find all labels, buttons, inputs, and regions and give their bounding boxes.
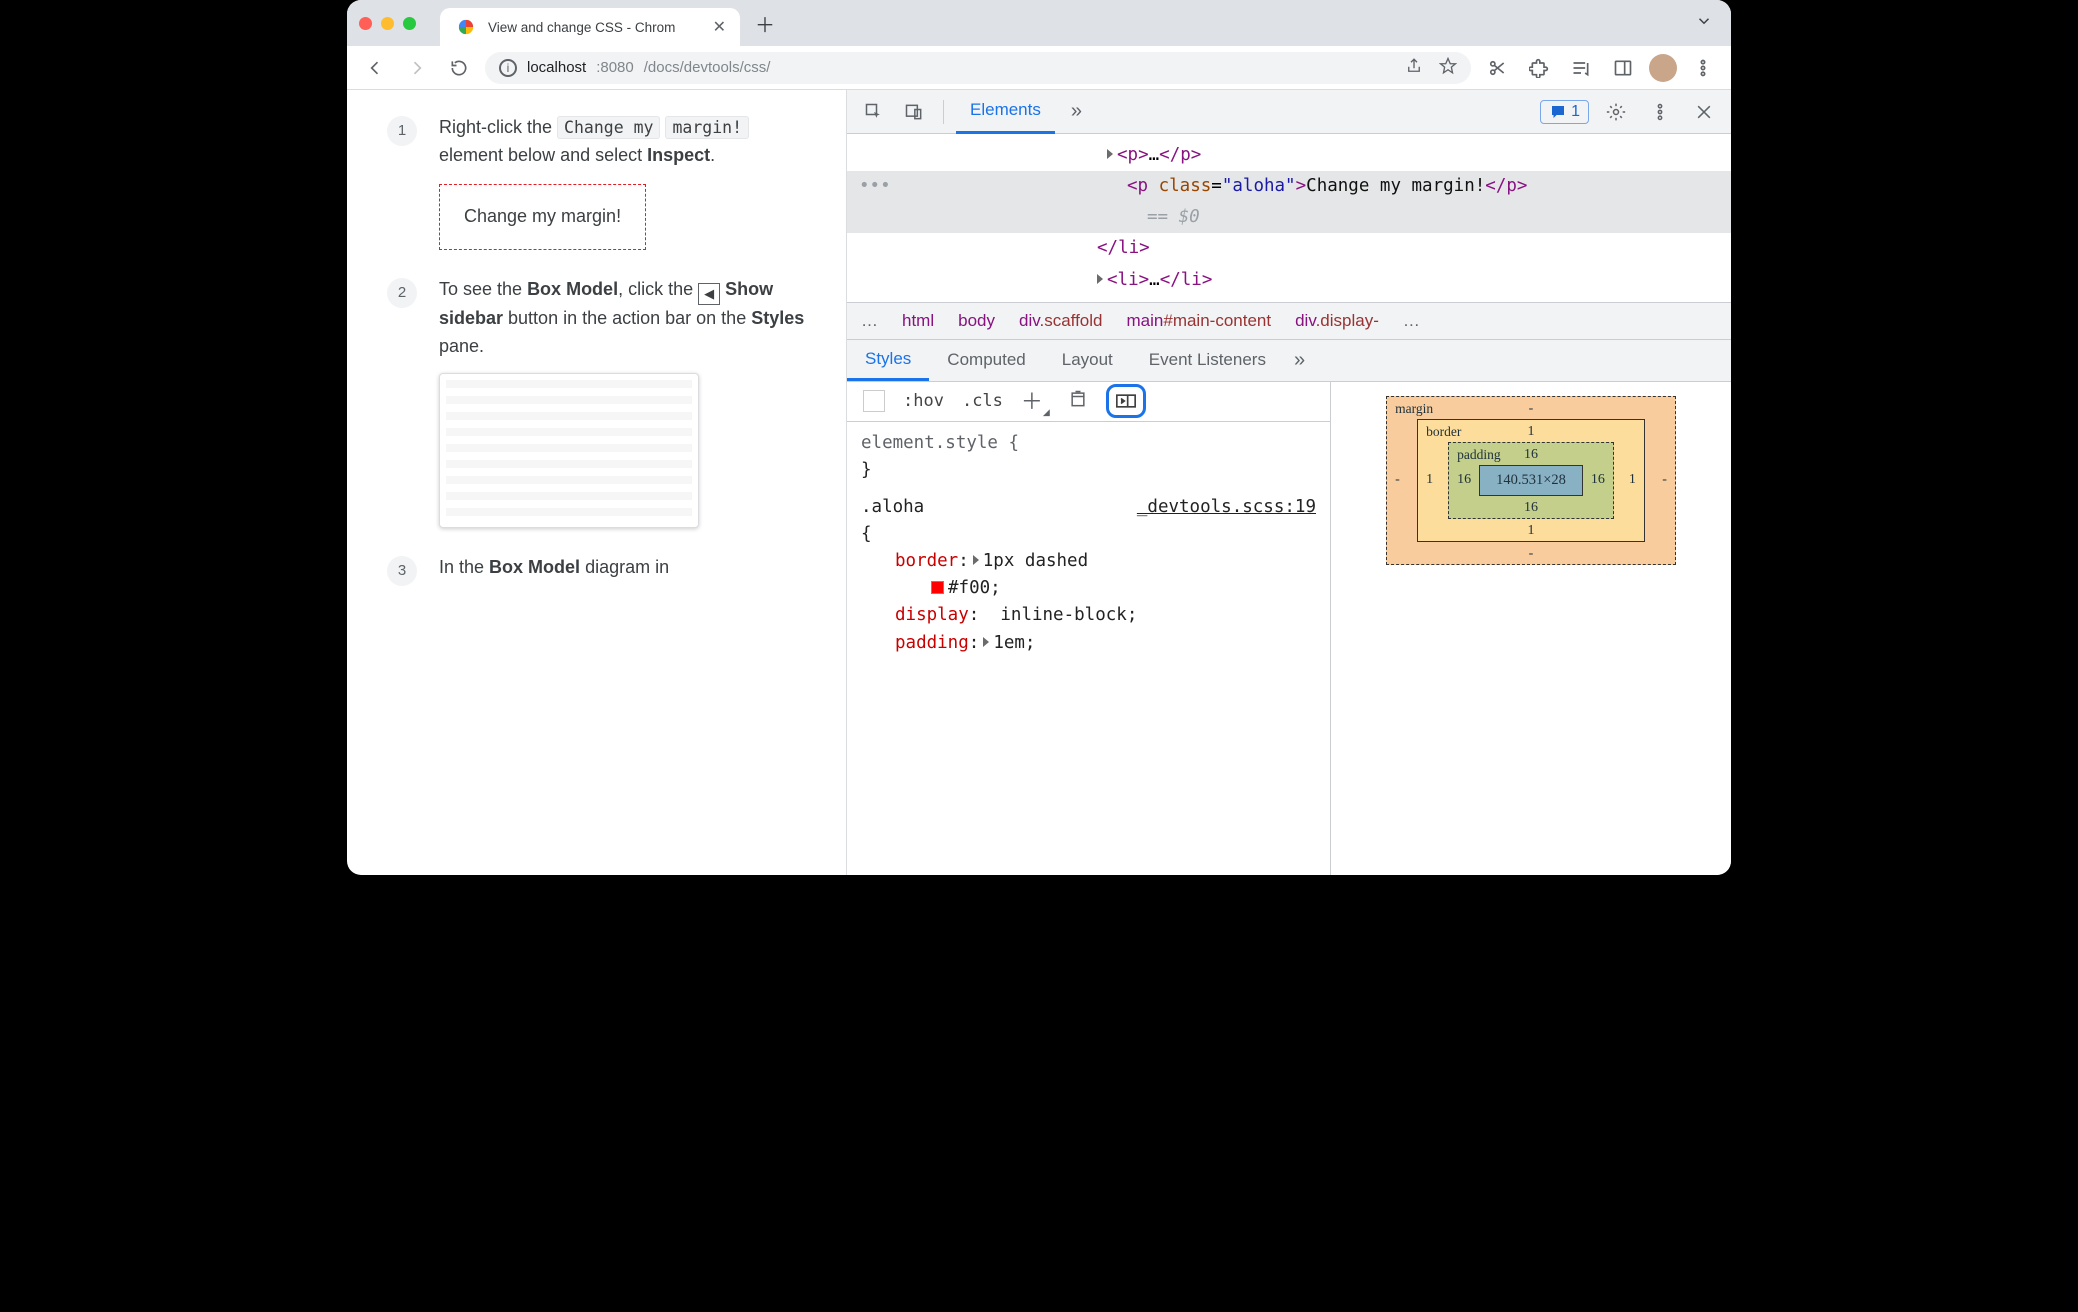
filter-input[interactable] — [863, 390, 885, 412]
inspect-element-icon[interactable] — [857, 95, 891, 129]
content-area: 1 Right-click the Change my margin! elem… — [347, 90, 1731, 875]
devtools-menu-icon[interactable] — [1643, 95, 1677, 129]
box-model-margin[interactable]: margin - - - - border 1 1 1 1 — [1386, 396, 1676, 565]
crumb-item[interactable]: main#main-content — [1127, 311, 1272, 331]
dom-tree[interactable]: <p>…</p> ••• <p class="aloha">Change my … — [847, 134, 1731, 302]
box-model-content[interactable]: 140.531×28 — [1479, 465, 1583, 496]
css-selector[interactable]: .aloha — [861, 497, 924, 517]
tab-title: View and change CSS - Chrom — [488, 20, 675, 35]
site-info-icon[interactable]: i — [499, 59, 517, 77]
back-button[interactable] — [359, 52, 391, 84]
code-chip: Change my — [557, 116, 660, 139]
more-styles-tabs[interactable]: » — [1284, 349, 1315, 372]
chrome-menu-button[interactable] — [1687, 52, 1719, 84]
window-controls — [359, 17, 416, 30]
devtools-toolbar: Elements » 1 — [847, 90, 1731, 134]
css-source-link[interactable]: _devtools.scss:19 — [1137, 494, 1316, 521]
device-toolbar-icon[interactable] — [897, 95, 931, 129]
settings-icon[interactable] — [1599, 95, 1633, 129]
forward-button[interactable] — [401, 52, 433, 84]
new-tab-button[interactable]: ＋ — [750, 8, 780, 38]
styles-tabstrip: Styles Computed Layout Event Listeners » — [847, 340, 1731, 382]
browser-tab[interactable]: View and change CSS - Chrom ✕ — [440, 8, 740, 46]
separator — [943, 100, 944, 124]
minimize-window-button[interactable] — [381, 17, 394, 30]
box-model-border[interactable]: border 1 1 1 1 padding 16 16 16 — [1417, 419, 1645, 542]
code-chip: margin! — [665, 116, 749, 139]
step-body: In the Box Model diagram in — [439, 554, 810, 586]
selected-dom-node: ••• <p class="aloha">Change my margin!</… — [847, 171, 1731, 202]
tab-close-button[interactable]: ✕ — [713, 17, 726, 37]
tab-computed[interactable]: Computed — [929, 339, 1043, 381]
crumb-overflow[interactable]: … — [1403, 311, 1420, 331]
styles-action-bar: :hov .cls ＋◢ — [847, 382, 1330, 422]
screenshot-thumbnail — [439, 373, 699, 528]
overflow-menu-icon[interactable]: ••• — [859, 173, 891, 200]
tab-elements[interactable]: Elements — [956, 90, 1055, 134]
box-model-padding[interactable]: padding 16 16 16 16 140.531×28 — [1448, 442, 1614, 519]
step-number: 3 — [387, 556, 417, 586]
issues-button[interactable]: 1 — [1540, 100, 1589, 124]
crumb-item[interactable]: div.display- — [1295, 311, 1379, 331]
more-tabs-button[interactable]: » — [1061, 100, 1092, 123]
tab-event-listeners[interactable]: Event Listeners — [1131, 339, 1284, 381]
show-sidebar-glyph-icon: ◀ — [698, 283, 720, 305]
color-swatch-icon[interactable] — [931, 581, 944, 594]
hov-toggle[interactable]: :hov — [903, 391, 944, 411]
tab-strip: View and change CSS - Chrom ✕ ＋ — [347, 0, 1731, 46]
step-body: Right-click the Change my margin! elemen… — [439, 114, 810, 250]
tab-layout[interactable]: Layout — [1044, 339, 1131, 381]
show-sidebar-button[interactable] — [1106, 384, 1146, 418]
step-number: 1 — [387, 116, 417, 146]
address-bar[interactable]: i localhost :8080/docs/devtools/css/ — [485, 52, 1471, 84]
url-host: localhost — [527, 59, 586, 76]
demo-target-element[interactable]: Change my margin! — [439, 184, 646, 250]
url-port: :8080 — [596, 59, 634, 76]
documentation-page: 1 Right-click the Change my margin! elem… — [347, 90, 847, 875]
step-number: 2 — [387, 278, 417, 308]
chrome-favicon-icon — [456, 17, 475, 36]
css-rules-pane[interactable]: element.style { } .aloha _devtools.scss:… — [847, 422, 1330, 875]
close-devtools-button[interactable] — [1687, 95, 1721, 129]
share-icon[interactable] — [1405, 57, 1423, 79]
close-window-button[interactable] — [359, 17, 372, 30]
browser-window: View and change CSS - Chrom ✕ ＋ i localh… — [347, 0, 1731, 875]
dom-breadcrumb[interactable]: … html body div.scaffold main#main-conte… — [847, 302, 1731, 340]
crumb-overflow[interactable]: … — [861, 311, 878, 331]
fullscreen-window-button[interactable] — [403, 17, 416, 30]
bookmark-icon[interactable] — [1439, 57, 1457, 79]
step-body: To see the Box Model, click the ◀ Show s… — [439, 276, 810, 528]
crumb-item[interactable]: div.scaffold — [1019, 311, 1103, 331]
side-panel-icon[interactable] — [1607, 52, 1639, 84]
box-model-pane: margin - - - - border 1 1 1 1 — [1331, 382, 1731, 875]
reading-list-icon[interactable] — [1565, 52, 1597, 84]
new-style-rule-button[interactable]: ＋◢ — [1021, 384, 1050, 418]
tab-styles[interactable]: Styles — [847, 339, 929, 381]
profile-avatar[interactable] — [1649, 54, 1677, 82]
reload-button[interactable] — [443, 52, 475, 84]
crumb-item[interactable]: html — [902, 311, 934, 331]
tabs-menu-button[interactable] — [1689, 12, 1719, 35]
copy-styles-icon[interactable] — [1068, 389, 1088, 414]
crumb-item[interactable]: body — [958, 311, 995, 331]
extensions-icon[interactable] — [1523, 52, 1555, 84]
url-path: /docs/devtools/css/ — [644, 59, 771, 76]
issues-count: 1 — [1571, 103, 1580, 121]
cls-toggle[interactable]: .cls — [962, 391, 1003, 411]
toolbar: i localhost :8080/docs/devtools/css/ — [347, 46, 1731, 90]
devtools-panel: Elements » 1 <p>…</p> ••• <p class= — [847, 90, 1731, 875]
scissors-icon[interactable] — [1481, 52, 1513, 84]
